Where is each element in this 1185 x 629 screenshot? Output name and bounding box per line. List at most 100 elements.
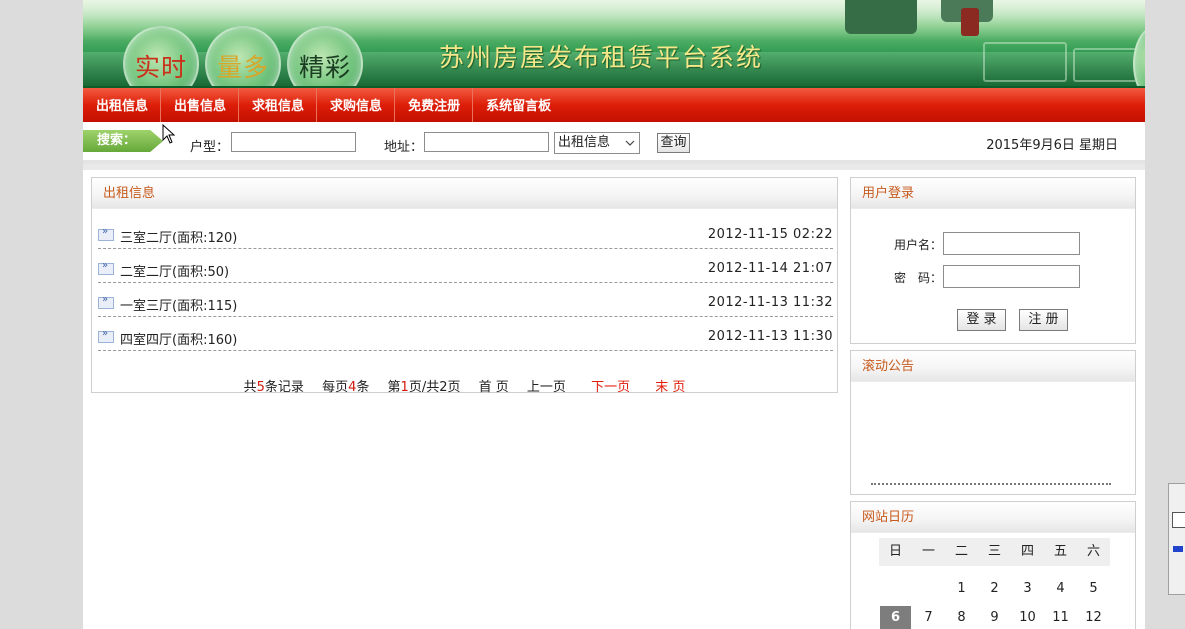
current-date: 2015年9月6日 星期日 <box>986 138 1118 153</box>
pager-total: 共5条记录 <box>244 380 304 395</box>
widget-icon <box>1173 546 1183 552</box>
pager-next[interactable]: 下一页 <box>591 380 630 395</box>
calendar-day[interactable] <box>913 577 944 601</box>
widget-icon <box>1172 512 1185 528</box>
query-button[interactable]: 查询 <box>657 133 690 153</box>
pager-total-prefix: 共 <box>243 380 257 395</box>
main-nav: 出租信息 出售信息 求租信息 求购信息 免费注册 系统留言板 <box>83 88 1145 122</box>
banner-crate-graphic <box>983 42 1067 82</box>
listing-row[interactable]: 二室二厅(面积:50) 2012-11-14 21:07 <box>98 249 833 283</box>
calendar-weekday: 二 <box>945 538 978 566</box>
listing-title[interactable]: 二室二厅(面积:50) <box>120 261 229 280</box>
pager-page-num: 1 <box>400 380 409 395</box>
calendar-day[interactable]: 5 <box>1078 577 1109 601</box>
calendar-day[interactable]: 3 <box>1012 577 1043 601</box>
calendar-day-today[interactable]: 6 <box>880 606 911 629</box>
calendar-day[interactable]: 12 <box>1078 606 1109 629</box>
pager-total-num: 5 <box>256 380 265 395</box>
listing-date: 2012-11-13 11:32 <box>707 295 833 310</box>
listing-date: 2012-11-15 02:22 <box>707 227 833 242</box>
type-label: 户型： <box>190 140 230 155</box>
divider <box>83 164 1145 170</box>
login-button[interactable]: 登 录 <box>957 309 1006 331</box>
header-banner: 实时 量多 精彩 苏州房屋发布租赁平台系统 <box>83 0 1145 88</box>
pager-prev[interactable]: 上一页 <box>527 380 566 395</box>
pager-total-suffix: 条记录 <box>264 380 304 395</box>
listing-panel: 出租信息 三室二厅(面积:120) 2012-11-15 02:22 二室二厅(… <box>91 177 838 395</box>
pager-page-prefix: 第 <box>387 380 401 395</box>
mouse-cursor-icon <box>162 124 176 144</box>
nav-item-free-register[interactable]: 免费注册 <box>395 88 474 122</box>
pagination: 共5条记录 每页4条 第1页/共2页 首 页 上一页 下一页 末 页 <box>92 376 837 395</box>
listing-title[interactable]: 三室二厅(面积:120) <box>120 227 237 246</box>
notice-panel: 滚动公告 <box>850 350 1136 495</box>
pager-last[interactable]: 末 页 <box>655 380 685 395</box>
pager-per-prefix: 每页 <box>322 380 349 395</box>
category-select[interactable]: 出租信息 <box>554 132 640 154</box>
calendar-panel: 网站日历 日 一 二 三 四 五 六 1 2 3 4 5 6 7 8 9 10 … <box>850 501 1136 629</box>
listing-title[interactable]: 一室三厅(面积:115) <box>120 295 237 314</box>
listing-row[interactable]: 四室四厅(面积:160) 2012-11-13 11:30 <box>98 317 833 351</box>
listing-row[interactable]: 一室三厅(面积:115) 2012-11-13 11:32 <box>98 283 833 317</box>
type-input[interactable] <box>231 132 356 152</box>
nav-item-message-board[interactable]: 系统留言板 <box>473 88 563 122</box>
password-input[interactable] <box>943 265 1080 288</box>
calendar-day[interactable] <box>880 577 911 601</box>
page: 实时 量多 精彩 苏州房屋发布租赁平台系统 出租信息 出售信息 求租信息 求购信… <box>83 0 1145 629</box>
calendar-day[interactable]: 1 <box>946 577 977 601</box>
password-label: 密 码： <box>894 271 943 285</box>
listing-date: 2012-11-14 21:07 <box>707 261 833 276</box>
list-bullet-icon <box>98 226 114 241</box>
scrolling-notice-text <box>871 483 1111 487</box>
calendar-weekday: 三 <box>978 538 1011 566</box>
floating-side-widget[interactable] <box>1168 483 1185 595</box>
calendar-day[interactable]: 4 <box>1045 577 1076 601</box>
pager-per-page: 每页4条 <box>322 380 369 395</box>
list-bullet-icon <box>98 260 114 275</box>
pager-current: 第1页/共2页 <box>388 380 461 395</box>
listing-date: 2012-11-13 11:30 <box>707 329 833 344</box>
calendar-weekday: 一 <box>912 538 945 566</box>
calendar-day[interactable]: 10 <box>1012 606 1043 629</box>
search-tag: 搜索： <box>83 130 163 152</box>
calendar-weekday: 日 <box>879 538 912 566</box>
list-bullet-icon <box>98 328 114 343</box>
banner-figure-graphic <box>961 8 979 36</box>
calendar-day[interactable]: 8 <box>946 606 977 629</box>
calendar-heading: 网站日历 <box>851 502 1135 533</box>
register-button[interactable]: 注 册 <box>1019 309 1068 331</box>
calendar-day[interactable]: 11 <box>1045 606 1076 629</box>
login-panel: 用户登录 用户名： 密 码： 登 录 注 册 <box>850 177 1136 344</box>
calendar-day[interactable]: 7 <box>913 606 944 629</box>
calendar-day[interactable]: 2 <box>979 577 1010 601</box>
banner-figure-graphic <box>845 0 917 34</box>
listing-title[interactable]: 四室四厅(面积:160) <box>120 329 237 348</box>
login-heading: 用户登录 <box>851 178 1135 209</box>
calendar-weekday: 六 <box>1077 538 1110 566</box>
list-bullet-icon <box>98 294 114 309</box>
banner-badge-text: 精彩 <box>298 53 351 82</box>
notice-heading: 滚动公告 <box>851 351 1135 382</box>
site-title: 苏州房屋发布租赁平台系统 <box>439 43 764 72</box>
chevron-down-icon <box>625 140 635 146</box>
nav-item-want-buy[interactable]: 求购信息 <box>317 88 396 122</box>
calendar-weekday: 五 <box>1044 538 1077 566</box>
nav-item-want-rent[interactable]: 求租信息 <box>239 88 318 122</box>
nav-item-rent-info[interactable]: 出租信息 <box>83 88 162 122</box>
calendar-day[interactable]: 9 <box>979 606 1010 629</box>
pager-page-suffix: 页/共2页 <box>408 380 461 395</box>
pager-first[interactable]: 首 页 <box>479 380 509 395</box>
search-bar: 搜索： 户型： 地址： 出租信息 查询 2015年9月6日 星期日 <box>83 122 1145 164</box>
listing-heading: 出租信息 <box>92 178 837 209</box>
nav-item-sale-info[interactable]: 出售信息 <box>161 88 240 122</box>
calendar-weekday: 四 <box>1011 538 1044 566</box>
pager-per-suffix: 条 <box>356 380 370 395</box>
username-input[interactable] <box>943 232 1080 255</box>
listing-row[interactable]: 三室二厅(面积:120) 2012-11-15 02:22 <box>98 215 833 249</box>
username-label: 用户名： <box>894 238 943 252</box>
banner-badge-text: 量多 <box>216 53 269 82</box>
address-label: 地址： <box>384 140 424 155</box>
address-input[interactable] <box>424 132 549 152</box>
banner-crate-graphic <box>1073 48 1137 82</box>
banner-badge-text: 实时 <box>134 53 187 82</box>
